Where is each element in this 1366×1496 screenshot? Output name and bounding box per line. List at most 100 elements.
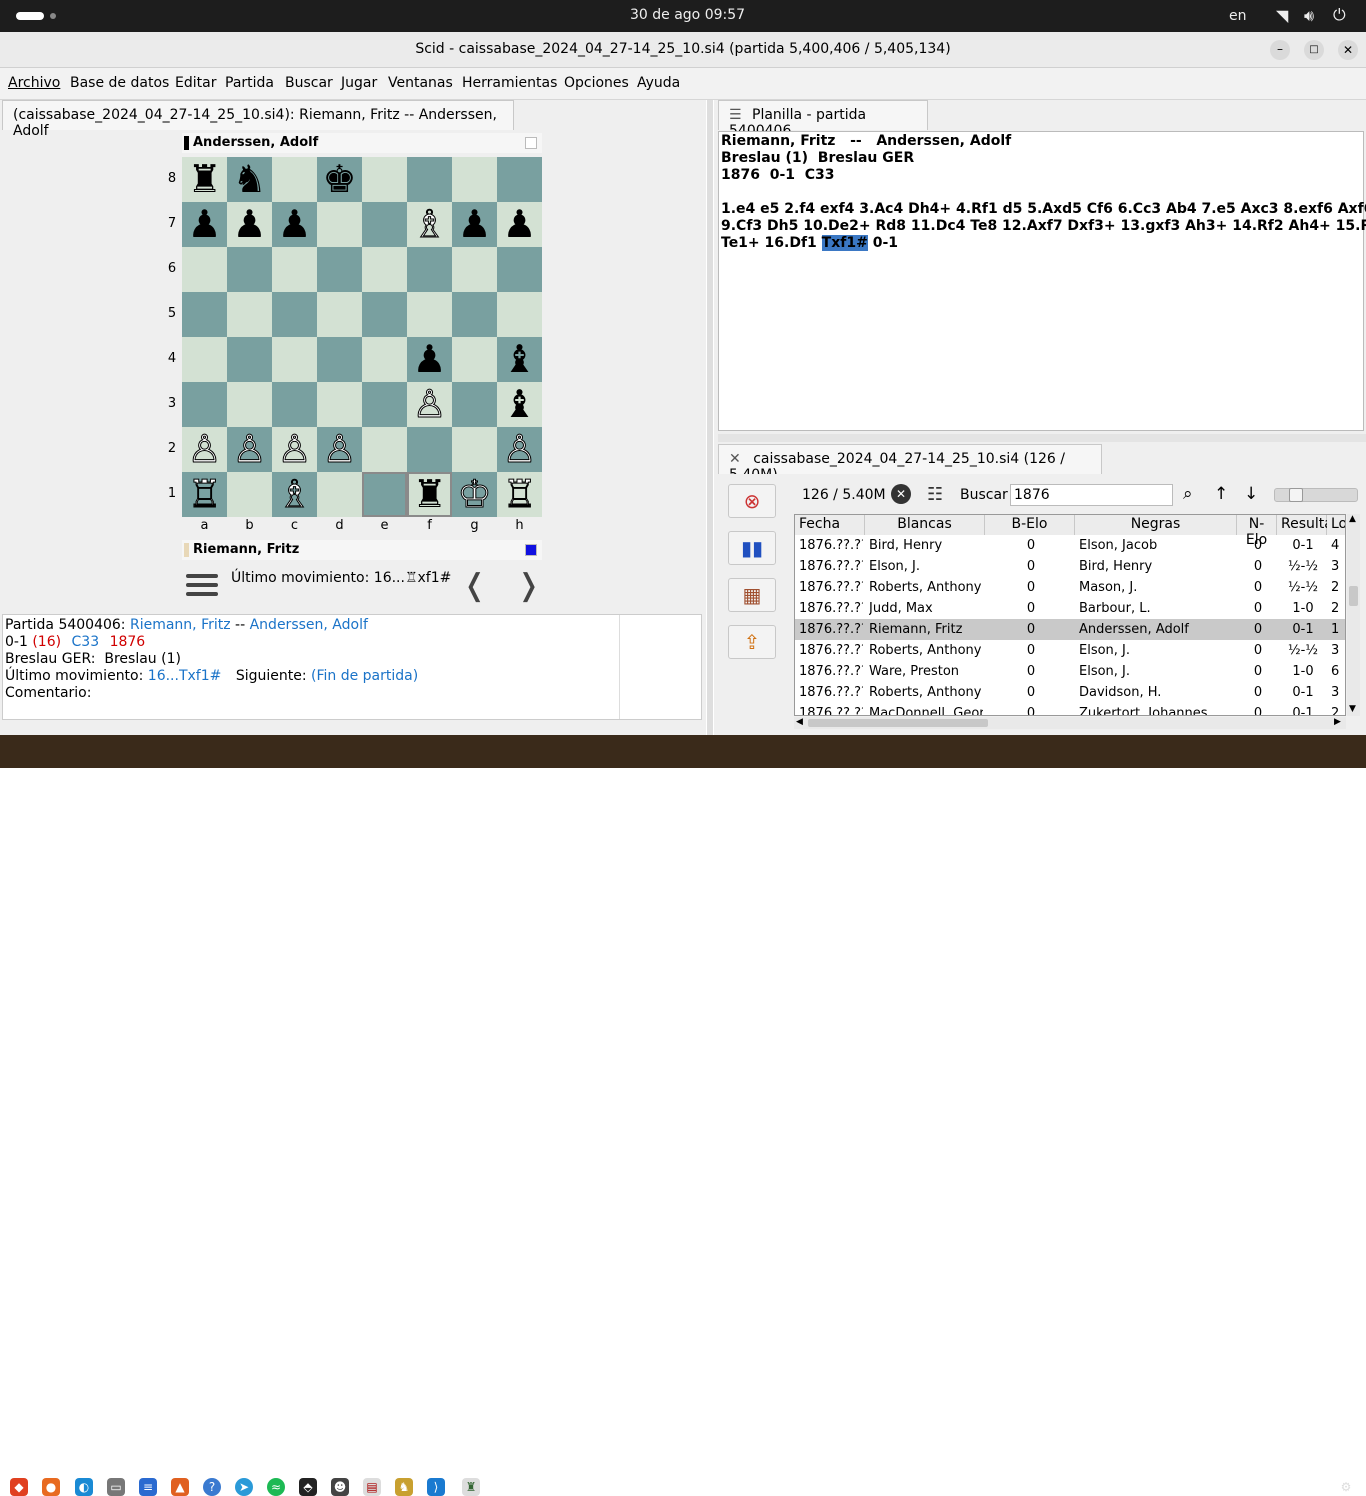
power-icon[interactable]: ⏻ — [1333, 5, 1346, 25]
notation-moves-1[interactable]: 1.e4 e5 2.f4 exf4 3.Ac4 Dh4+ 4.Rf1 d5 5.… — [721, 201, 1366, 218]
table-row[interactable]: 1876.??.?? Ware, Preston 0 Elson, J. 0 1-0 6 — [795, 661, 1345, 682]
search-icon[interactable]: ⌕ — [1183, 484, 1193, 504]
square-h6[interactable] — [497, 247, 542, 292]
menu-jugar[interactable]: Jugar — [341, 75, 377, 91]
square-c5[interactable] — [272, 292, 317, 337]
square-a5[interactable] — [182, 292, 227, 337]
piece-c7[interactable]: ♟ — [272, 202, 317, 247]
piece-f4[interactable]: ♟ — [407, 337, 452, 382]
square-e3[interactable] — [362, 382, 407, 427]
square-g4[interactable] — [452, 337, 497, 382]
square-a3[interactable] — [182, 382, 227, 427]
minimize-button[interactable]: – — [1270, 40, 1290, 60]
scroll-down-icon[interactable]: ▼ — [1349, 704, 1356, 714]
square-e8[interactable] — [362, 157, 407, 202]
black-player-link[interactable]: Anderssen, Adolf — [250, 617, 368, 633]
square-d1[interactable] — [317, 472, 362, 517]
pane-divider[interactable] — [707, 100, 713, 735]
square-c6[interactable] — [272, 247, 317, 292]
eco-code[interactable]: C33 — [72, 634, 100, 650]
search-input[interactable] — [1010, 484, 1173, 506]
table-row[interactable]: 1876.??.?? Roberts, Anthony 0 Mason, J. 0 ½-½… — [795, 577, 1345, 598]
scroll-thumb[interactable] — [1349, 586, 1358, 606]
hscroll-thumb[interactable] — [808, 719, 988, 727]
white-player-link[interactable]: Riemann, Fritz — [130, 617, 231, 633]
square-b1[interactable] — [227, 472, 272, 517]
piece-d2[interactable]: ♙ — [317, 427, 362, 472]
piece-f7[interactable]: ♗ — [407, 202, 452, 247]
hamburger-menu-icon[interactable] — [186, 572, 220, 600]
table-row[interactable]: 1876.??.?? Riemann, Fritz 0 Anderssen, Adol… — [795, 619, 1345, 640]
stats-button[interactable]: ▮▮ — [728, 531, 776, 565]
edge-icon[interactable]: ◐ — [75, 1478, 93, 1496]
table-row[interactable]: 1876.??.?? Roberts, Anthony 0 Elson, J. 0 ½-½… — [795, 640, 1345, 661]
table-row[interactable]: 1876.??.?? Elson, J. 0 Bird, Henry 0 ½-½ 3 — [795, 556, 1345, 577]
piece-c1[interactable]: ♗ — [272, 472, 317, 517]
square-f8[interactable] — [407, 157, 452, 202]
clock[interactable]: 30 de ago 09:57 — [630, 7, 745, 23]
prev-move-icon[interactable]: ❬ — [462, 568, 487, 603]
notation-moves-2[interactable]: 9.Cf3 Dh5 10.De2+ Rd8 11.Dc4 Te8 12.Axf7… — [721, 218, 1366, 235]
menu-ventanas[interactable]: Ventanas — [388, 75, 453, 91]
piece-h1[interactable]: ♖ — [497, 472, 542, 517]
square-e4[interactable] — [362, 337, 407, 382]
scroll-up-icon[interactable]: ▲ — [1349, 514, 1356, 524]
chess-board[interactable]: ♜ ♞ ♚ ♟ ♟ ♟ ♗ ♟ ♟ ♟ ♝ ♙ ♝ ♙ ♙ ♙ ♙ ♙ ♖ ♗ ♜ ♔ ♖ — [182, 157, 542, 517]
square-e5[interactable] — [362, 292, 407, 337]
vertical-scrollbar[interactable]: ▲ ▼ — [1347, 514, 1360, 716]
square-d7[interactable] — [317, 202, 362, 247]
piece-f1[interactable]: ♜ — [407, 472, 452, 517]
volume-icon[interactable]: 🔊︎ — [1304, 6, 1314, 26]
horizontal-divider[interactable] — [718, 434, 1366, 442]
square-d5[interactable] — [317, 292, 362, 337]
piece-h7[interactable]: ♟ — [497, 202, 542, 247]
menu-buscar[interactable]: Buscar — [285, 75, 333, 91]
firefox-icon[interactable]: ● — [42, 1478, 60, 1496]
square-e1[interactable] — [362, 472, 407, 517]
zoom-slider-thumb[interactable] — [1289, 488, 1303, 502]
column-header-1[interactable]: Blancas — [865, 515, 985, 535]
chess-app-icon[interactable]: ♜ — [462, 1478, 480, 1496]
zoom-slider[interactable] — [1274, 488, 1358, 502]
square-b3[interactable] — [227, 382, 272, 427]
menu-archivo[interactable]: Archivo — [8, 75, 60, 91]
square-h8[interactable] — [497, 157, 542, 202]
piece-a8[interactable]: ♜ — [182, 157, 227, 202]
square-e2[interactable] — [362, 427, 407, 472]
gamelist-close-icon[interactable]: ✕ — [729, 451, 741, 467]
piece-g1[interactable]: ♔ — [452, 472, 497, 517]
column-header-0[interactable]: Fecha — [795, 515, 865, 535]
piece-g7[interactable]: ♟ — [452, 202, 497, 247]
square-d4[interactable] — [317, 337, 362, 382]
square-d6[interactable] — [317, 247, 362, 292]
keyboard-layout[interactable]: en — [1229, 8, 1247, 24]
menu-ayuda[interactable]: Ayuda — [637, 75, 680, 91]
game-icon[interactable]: ☻ — [331, 1478, 349, 1496]
apps-grid-icon[interactable]: ⚙ — [1337, 1478, 1355, 1496]
piece-c2[interactable]: ♙ — [272, 427, 317, 472]
piece-f3[interactable]: ♙ — [407, 382, 452, 427]
table-row[interactable]: 1876.??.?? Roberts, Anthony 0 Davidson, H. 0… — [795, 682, 1345, 703]
files-icon[interactable]: ▭ — [107, 1478, 125, 1496]
square-b4[interactable] — [227, 337, 272, 382]
menu-partida[interactable]: Partida — [225, 75, 274, 91]
column-header-6[interactable]: Lo — [1327, 515, 1345, 535]
scid-icon[interactable]: ♞ — [395, 1478, 413, 1496]
square-a6[interactable] — [182, 247, 227, 292]
square-g6[interactable] — [452, 247, 497, 292]
piece-h4[interactable]: ♝ — [497, 337, 542, 382]
column-header-2[interactable]: B-Elo — [985, 515, 1075, 535]
notation-moves-3a[interactable]: Te1+ 16.Df1 — [721, 235, 817, 251]
help-icon[interactable]: ? — [203, 1478, 221, 1496]
notation-panel[interactable]: Riemann, Fritz -- Anderssen, Adolf Bresl… — [718, 131, 1366, 431]
activities-indicator[interactable] — [16, 12, 44, 20]
last-move-link[interactable]: 16...Txf1# — [148, 668, 222, 684]
docs-icon[interactable]: ≡ — [139, 1478, 157, 1496]
notation-tab[interactable]: ☰ Planilla - partida 5400406 — [718, 100, 928, 139]
table-row[interactable]: 1876.??.?? MacDonnell, Georg 0 Zukertort, J… — [795, 703, 1345, 715]
square-f6[interactable] — [407, 247, 452, 292]
square-b6[interactable] — [227, 247, 272, 292]
horizontal-scrollbar[interactable]: ◀ ▶ — [794, 717, 1346, 729]
piece-b7[interactable]: ♟ — [227, 202, 272, 247]
arrow-up-icon[interactable]: ↑ — [1214, 484, 1228, 504]
